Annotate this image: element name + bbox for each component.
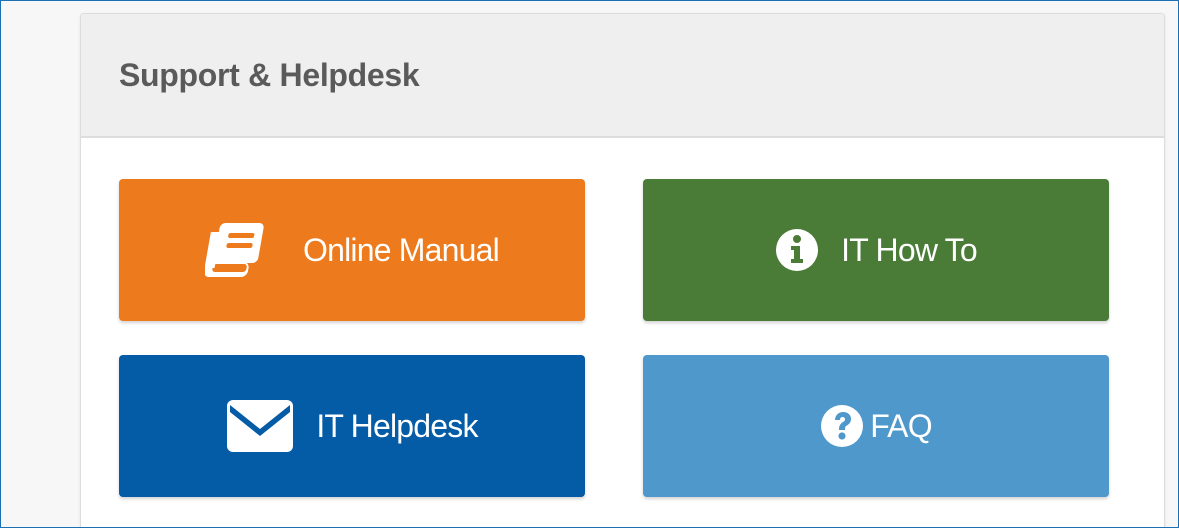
page-frame: Support & Helpdesk Online Manual IT How … (0, 0, 1179, 528)
info-icon (775, 228, 819, 272)
question-icon (820, 404, 864, 448)
envelope-icon (226, 399, 294, 453)
it-how-to-button[interactable]: IT How To (643, 179, 1109, 321)
it-helpdesk-button[interactable]: IT Helpdesk (119, 355, 585, 497)
faq-button[interactable]: FAQ (643, 355, 1109, 497)
it-helpdesk-label: IT Helpdesk (316, 407, 478, 444)
panel-title: Support & Helpdesk (119, 56, 420, 93)
it-how-to-label: IT How To (841, 231, 977, 268)
online-manual-button[interactable]: Online Manual (119, 179, 585, 321)
support-panel: Support & Helpdesk Online Manual IT How … (80, 13, 1165, 527)
faq-label: FAQ (870, 407, 932, 444)
online-manual-label: Online Manual (303, 231, 500, 268)
book-icon (205, 220, 269, 280)
panel-header: Support & Helpdesk (81, 14, 1164, 138)
